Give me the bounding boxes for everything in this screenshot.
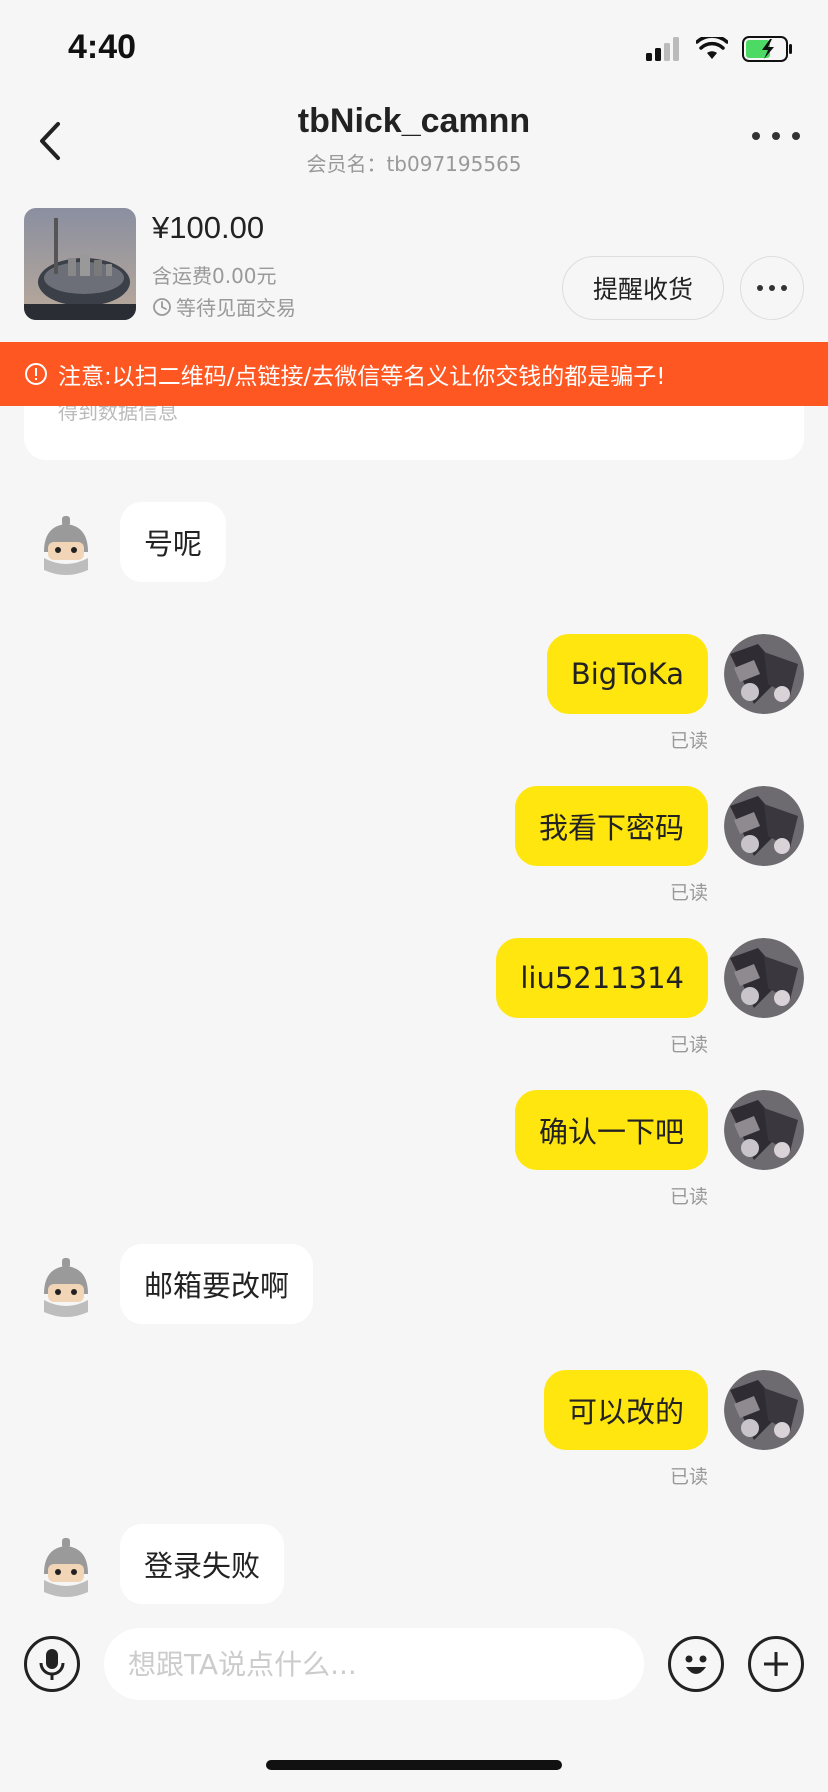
avatar[interactable] (724, 786, 804, 866)
smiley-icon (685, 1655, 707, 1674)
voice-button[interactable] (24, 1636, 80, 1692)
message-bubble[interactable]: liu5211314 (496, 938, 708, 1018)
member-name: 会员名：tb097195565 (306, 152, 522, 176)
read-status: 已读 (669, 1034, 708, 1056)
message-bubble[interactable]: 号呢 (120, 502, 227, 582)
message-bubble[interactable]: 我看下密码 (514, 786, 708, 866)
warning-text: 注意:以扫二维码/点链接/去微信等名义让你交钱的都是骗子! (58, 364, 666, 390)
ninja-avatar-icon (26, 508, 106, 588)
signal-icon (646, 37, 679, 61)
wifi-icon (696, 37, 728, 59)
avatar[interactable] (724, 938, 804, 1018)
user-avatar-icon (724, 1370, 804, 1450)
plus-icon (764, 1652, 788, 1676)
status-bar: 4:40 (0, 0, 828, 100)
read-status: 已读 (669, 1466, 708, 1488)
battery-icon (742, 36, 792, 62)
plus-button[interactable] (748, 1636, 804, 1692)
dot-icon (769, 285, 775, 291)
product-thumbnail[interactable] (24, 208, 136, 320)
user-avatar-icon (724, 938, 804, 1018)
avatar[interactable] (26, 1250, 106, 1330)
dot-icon (792, 132, 800, 140)
user-avatar-icon (724, 1090, 804, 1170)
input-bar (0, 1620, 828, 1720)
message-bubble[interactable]: 可以改的 (543, 1370, 708, 1450)
product-price: ¥100.00 (152, 210, 265, 245)
avatar[interactable] (26, 1530, 106, 1610)
ninja-avatar-icon (26, 1250, 106, 1330)
user-avatar-icon (724, 786, 804, 866)
status-icons (646, 36, 794, 62)
dot-icon (781, 285, 787, 291)
emoji-button[interactable] (668, 1636, 724, 1692)
message-bubble[interactable]: 登录失败 (120, 1524, 285, 1604)
nav-bar: tbNick_camnn 会员名：tb097195565 (0, 96, 828, 188)
remind-receipt-button[interactable]: 提醒收货 (562, 256, 724, 320)
avatar[interactable] (724, 634, 804, 714)
read-status: 已读 (669, 1186, 708, 1208)
clock-icon (153, 297, 171, 316)
product-image (24, 208, 136, 320)
message-bubble[interactable]: 邮箱要改啊 (120, 1244, 314, 1324)
microphone-icon (39, 1649, 65, 1680)
dot-icon (757, 285, 763, 291)
message-bubble[interactable]: BigToKa (546, 634, 708, 714)
trade-status-label: 等待见面交易 (176, 296, 296, 320)
status-time: 4:40 (68, 28, 137, 66)
page-title: tbNick_camnn (297, 102, 531, 140)
dot-icon (772, 132, 780, 140)
more-options-button[interactable] (752, 126, 800, 146)
message-bubble[interactable]: 确认一下吧 (514, 1090, 708, 1170)
card-more-button[interactable] (740, 256, 804, 320)
read-status: 已读 (669, 882, 708, 904)
avatar[interactable] (26, 508, 106, 588)
product-card[interactable]: ¥100.00 含运费0.00元 等待见面交易 提醒收货 (0, 200, 828, 340)
shipping-fee: 含运费0.00元 (152, 264, 277, 288)
avatar[interactable] (724, 1370, 804, 1450)
dot-icon (752, 132, 760, 140)
home-indicator[interactable] (266, 1760, 562, 1770)
user-avatar-icon (724, 634, 804, 714)
chat-screen: 4:40 tbNick_camnn 会员名：tb097195565 ¥100.0… (0, 0, 828, 1792)
warning-icon (25, 363, 47, 385)
read-status: 已读 (669, 730, 708, 752)
message-input[interactable] (104, 1628, 644, 1700)
avatar[interactable] (724, 1090, 804, 1170)
trade-status: 等待见面交易 (152, 292, 296, 321)
scam-warning-banner: 注意:以扫二维码/点链接/去微信等名义让你交钱的都是骗子! (0, 342, 828, 406)
ninja-avatar-icon (26, 1530, 106, 1610)
